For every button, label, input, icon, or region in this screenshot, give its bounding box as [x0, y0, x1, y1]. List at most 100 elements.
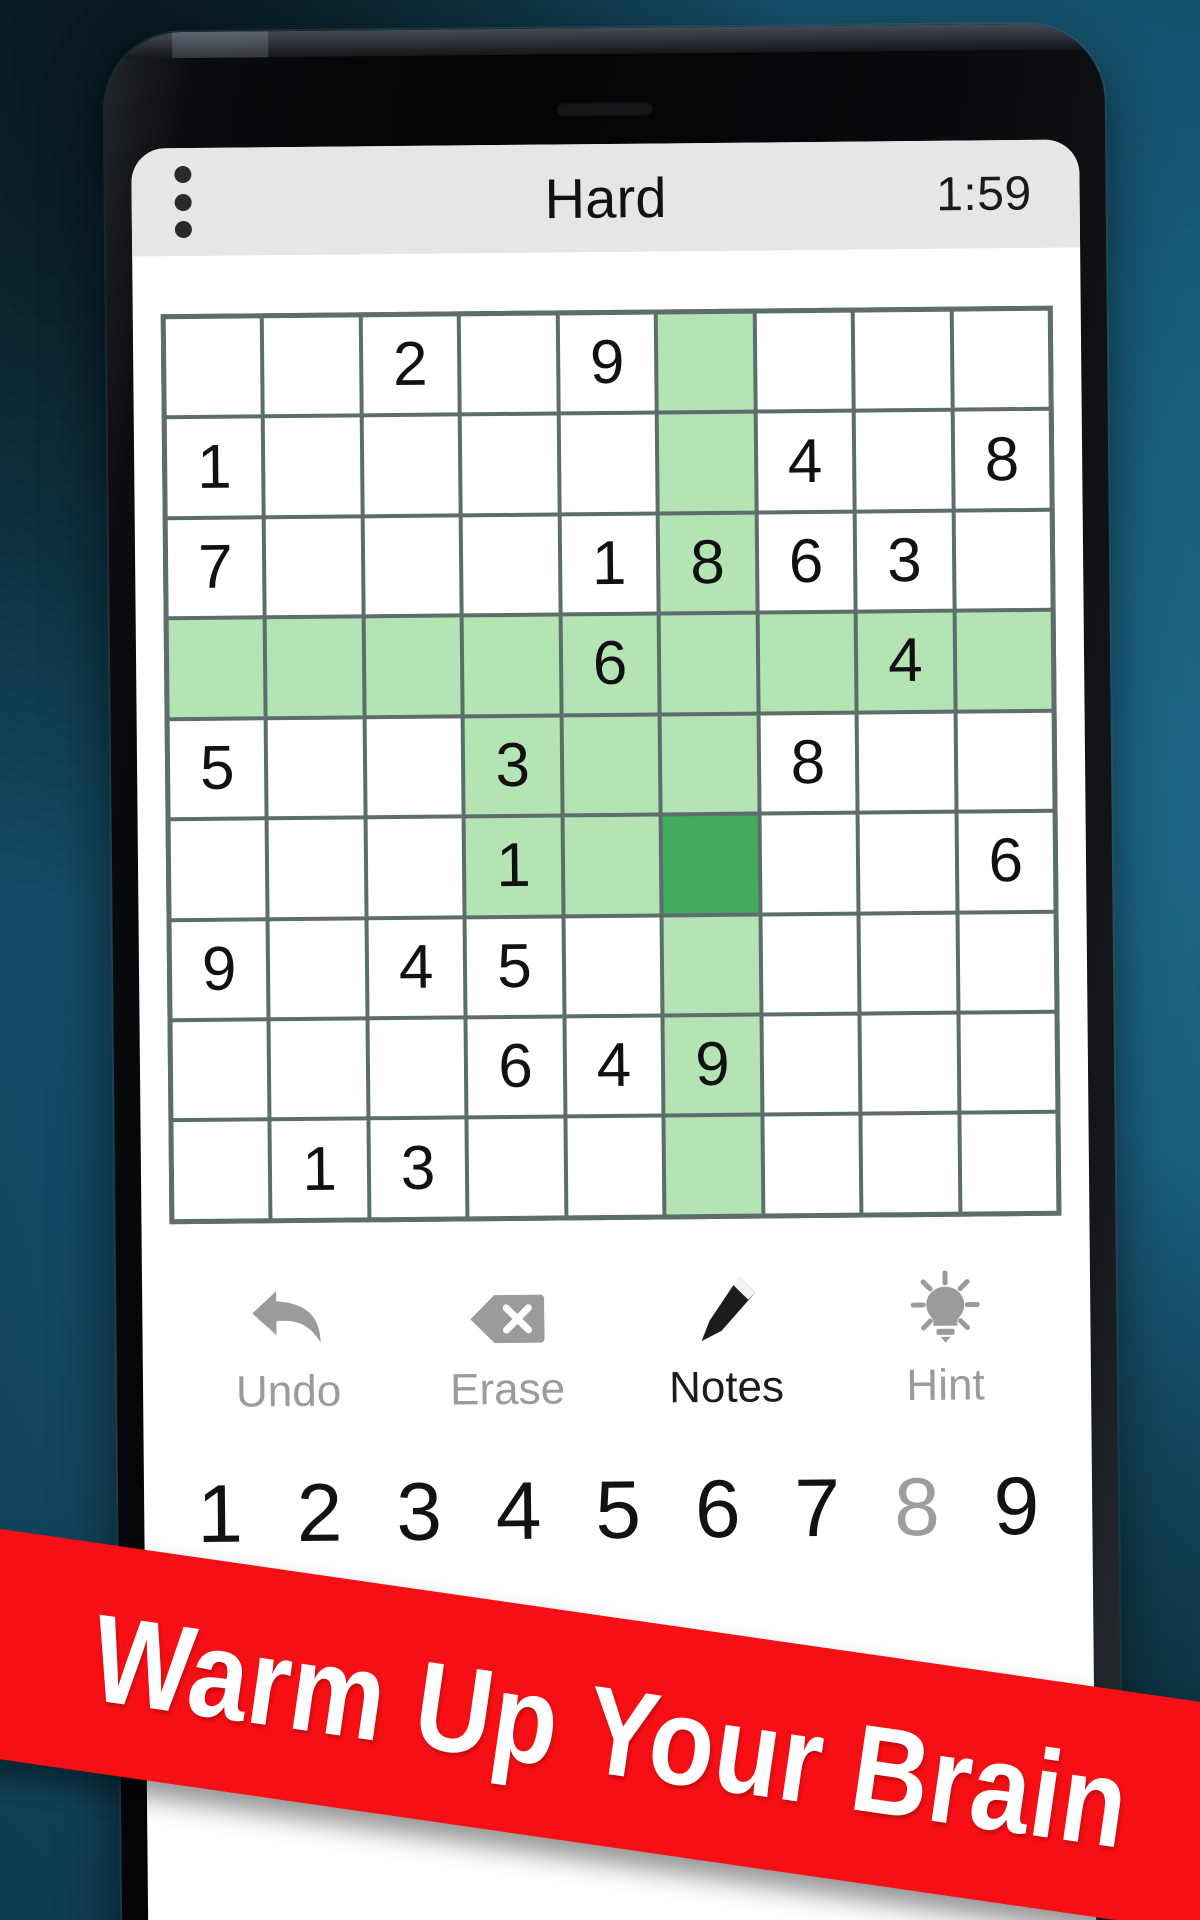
sudoku-cell[interactable] [172, 1021, 268, 1119]
sudoku-cell[interactable] [266, 518, 362, 616]
sudoku-cell[interactable] [463, 516, 559, 614]
sudoku-cell[interactable] [367, 818, 463, 916]
sudoku-cell[interactable] [363, 416, 459, 515]
numpad-key-4[interactable]: 4 [469, 1465, 569, 1556]
sudoku-cell[interactable] [658, 414, 755, 512]
sudoku-cell[interactable] [764, 1115, 860, 1214]
sudoku-cell[interactable] [269, 819, 365, 917]
sudoku-cell[interactable] [369, 1019, 465, 1117]
sudoku-cell[interactable] [763, 1015, 859, 1113]
sudoku-cell[interactable] [270, 1020, 367, 1118]
sudoku-cell[interactable]: 3 [370, 1119, 466, 1218]
sudoku-cell[interactable]: 9 [559, 314, 655, 412]
sudoku-cell-selected[interactable] [662, 815, 759, 914]
sudoku-cell[interactable]: 3 [856, 512, 953, 610]
sudoku-cell[interactable]: 5 [466, 917, 563, 1016]
sudoku-cell[interactable]: 7 [167, 519, 264, 617]
sudoku-cell[interactable] [756, 312, 852, 410]
numpad-key-1[interactable]: 1 [170, 1468, 270, 1559]
sudoku-cell[interactable] [264, 317, 360, 415]
sudoku-cell[interactable] [267, 618, 363, 716]
sudoku-cell[interactable] [661, 715, 758, 813]
sudoku-cell[interactable]: 2 [362, 316, 459, 414]
sudoku-cell[interactable]: 4 [368, 918, 464, 1017]
sudoku-cell[interactable] [862, 1115, 958, 1213]
sudoku-cell[interactable] [462, 415, 558, 514]
toolbar-button-label: Erase [449, 1364, 566, 1415]
sudoku-cell[interactable] [268, 719, 364, 817]
toolbar-button-hint[interactable]: Hint [835, 1266, 1055, 1412]
sudoku-cell[interactable]: 5 [169, 719, 265, 818]
sudoku-cell[interactable] [665, 1116, 762, 1215]
toolbar-button-notes[interactable]: Notes [616, 1268, 836, 1414]
numpad-key-2[interactable]: 2 [269, 1467, 369, 1558]
sudoku-cell[interactable] [957, 712, 1053, 810]
sudoku-cell[interactable]: 1 [271, 1120, 368, 1219]
numpad-key-5[interactable]: 5 [568, 1465, 668, 1556]
sudoku-cell[interactable] [567, 1117, 663, 1216]
game-timer[interactable]: 1:59 [936, 166, 1032, 222]
sudoku-cell[interactable] [461, 315, 557, 413]
sudoku-cell[interactable] [956, 612, 1052, 710]
sudoku-cell[interactable] [761, 814, 857, 913]
sudoku-cell[interactable]: 4 [757, 413, 853, 511]
numpad-key-6[interactable]: 6 [668, 1464, 768, 1555]
sudoku-cell[interactable] [663, 916, 760, 1014]
sudoku-cell[interactable] [364, 517, 460, 615]
sudoku-cell[interactable] [955, 511, 1051, 609]
numpad-key-3[interactable]: 3 [369, 1466, 469, 1557]
sudoku-cell[interactable] [564, 816, 660, 914]
sudoku-cell[interactable]: 8 [760, 714, 856, 812]
sudoku-cell[interactable] [953, 310, 1049, 409]
sudoku-grid[interactable]: 2914871863645381694564913 [160, 305, 1062, 1225]
sudoku-cell[interactable] [858, 713, 955, 811]
sudoku-cell[interactable] [563, 716, 659, 814]
sudoku-cell[interactable] [960, 1013, 1056, 1112]
sudoku-cell[interactable]: 4 [566, 1017, 662, 1115]
sudoku-cell[interactable] [173, 1121, 269, 1219]
sudoku-cell[interactable] [759, 613, 855, 712]
app-bar: Hard 1:59 [131, 139, 1081, 257]
sudoku-cell[interactable]: 6 [758, 513, 854, 611]
sudoku-cell[interactable]: 9 [664, 1016, 761, 1114]
sudoku-cell[interactable]: 6 [562, 615, 658, 714]
sudoku-cell[interactable]: 8 [954, 411, 1050, 509]
sudoku-cell[interactable]: 4 [857, 612, 954, 711]
sudoku-cell[interactable] [660, 614, 757, 713]
sudoku-cell[interactable]: 6 [467, 1018, 564, 1116]
pencil-icon [694, 1268, 757, 1345]
numpad-key-7[interactable]: 7 [767, 1463, 867, 1554]
toolbar-button-erase[interactable]: Erase [397, 1270, 617, 1416]
sudoku-cell[interactable]: 1 [561, 515, 657, 613]
sudoku-cell[interactable] [269, 919, 366, 1018]
sudoku-cell[interactable] [365, 617, 461, 715]
sudoku-cell[interactable] [168, 619, 265, 717]
sudoku-cell[interactable]: 8 [659, 514, 756, 612]
sudoku-cell[interactable] [657, 313, 754, 411]
sudoku-cell[interactable] [565, 917, 661, 1015]
sudoku-cell[interactable] [366, 718, 462, 816]
sudoku-cell[interactable]: 3 [464, 717, 561, 815]
sudoku-cell[interactable] [165, 318, 262, 416]
sudoku-cell[interactable] [560, 414, 656, 513]
sudoku-cell[interactable]: 1 [465, 817, 562, 915]
sudoku-cell[interactable] [860, 914, 956, 1012]
numpad-key-9[interactable]: 9 [966, 1461, 1066, 1552]
sudoku-cell[interactable]: 1 [166, 418, 263, 517]
sudoku-cell[interactable] [854, 311, 951, 410]
board-container: 2914871863645381694564913 [132, 247, 1089, 1225]
sudoku-cell[interactable] [861, 1014, 957, 1112]
sudoku-cell[interactable] [265, 417, 361, 516]
sudoku-cell[interactable] [463, 616, 560, 715]
sudoku-cell[interactable] [855, 412, 952, 510]
sudoku-cell[interactable] [170, 820, 266, 918]
sudoku-cell[interactable] [762, 915, 858, 1013]
sudoku-cell[interactable]: 9 [171, 920, 267, 1019]
sudoku-cell[interactable] [859, 813, 956, 912]
sudoku-cell[interactable] [959, 913, 1055, 1011]
toolbar-button-undo[interactable]: Undo [178, 1272, 398, 1418]
sudoku-cell[interactable]: 6 [958, 812, 1054, 911]
sudoku-cell[interactable] [960, 1114, 1057, 1212]
numpad-key-8[interactable]: 8 [867, 1462, 967, 1553]
sudoku-cell[interactable] [468, 1118, 565, 1217]
